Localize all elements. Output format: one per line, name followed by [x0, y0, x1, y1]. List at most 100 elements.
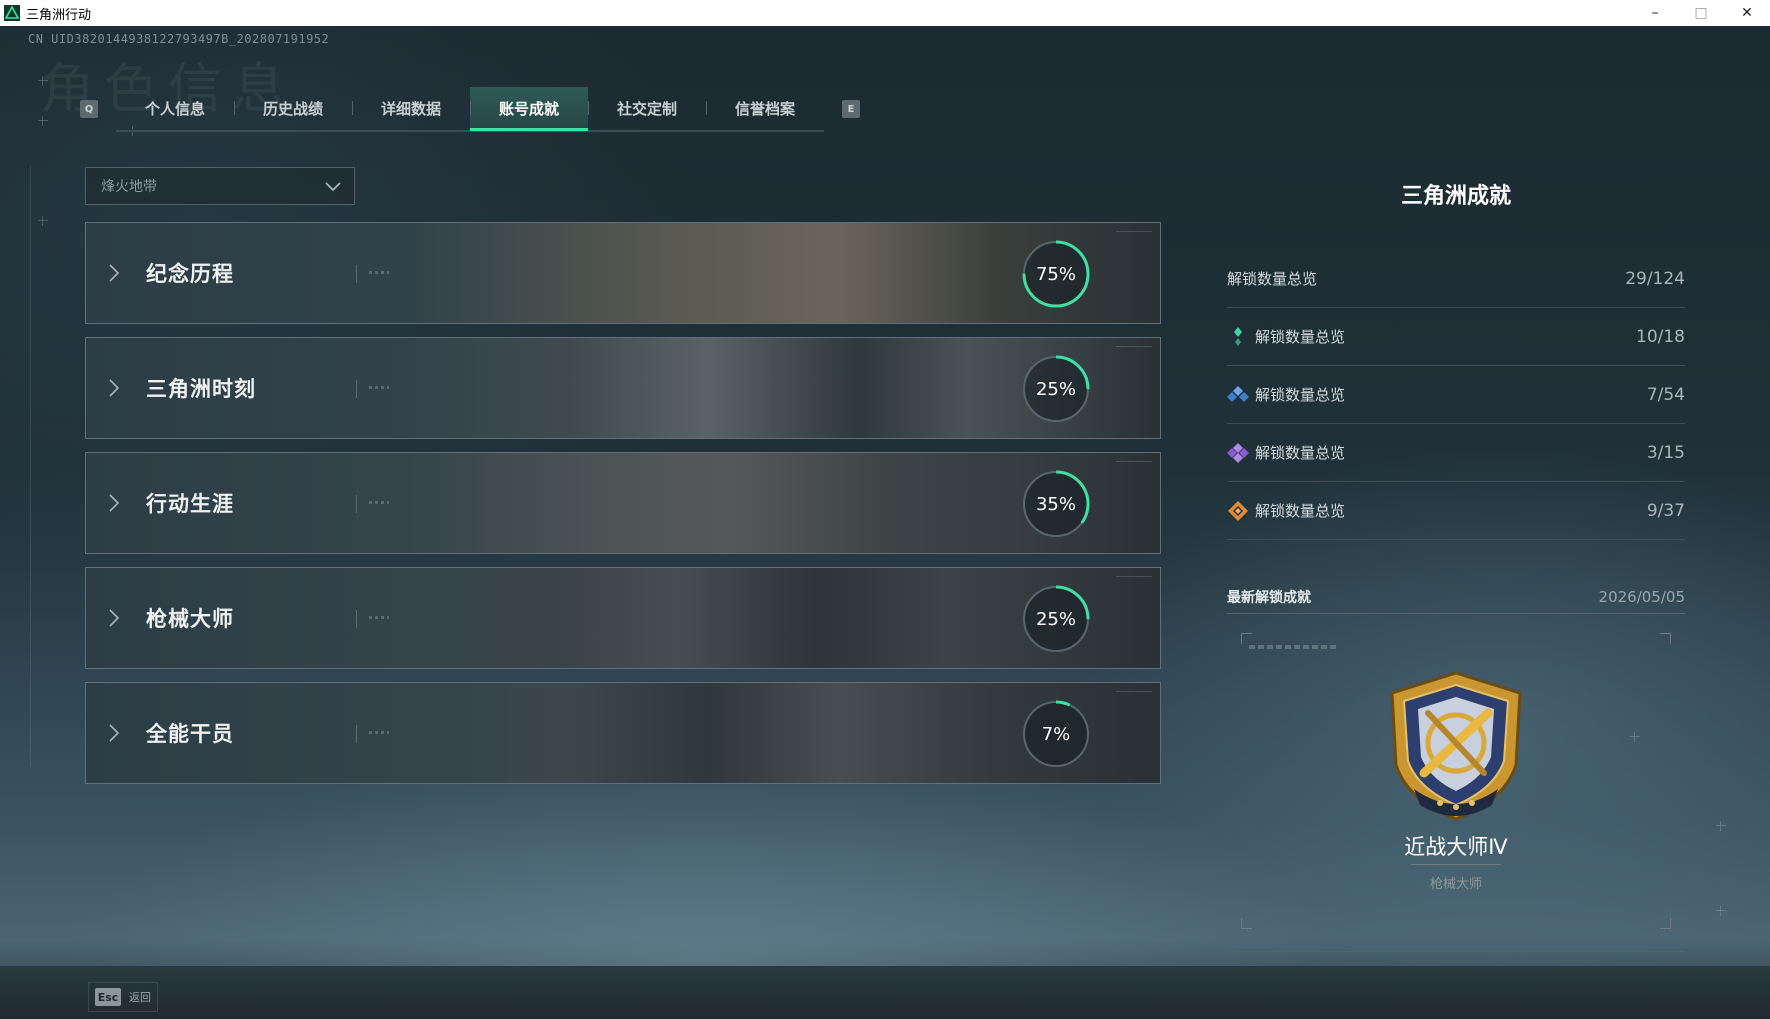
latest-achievement-date: 2026/05/05	[1598, 588, 1685, 606]
decor-tick	[38, 216, 48, 226]
progress-ring: 75%	[1021, 239, 1091, 309]
frame-corner	[1660, 918, 1671, 929]
back-button[interactable]: Esc 返回	[88, 982, 158, 1012]
esc-key: Esc	[95, 988, 121, 1006]
summary-label: 解锁数量总览	[1255, 444, 1346, 462]
divider	[356, 725, 357, 743]
category-name: 全能干员	[146, 722, 234, 746]
divider	[356, 265, 357, 283]
decor-dots	[369, 501, 389, 504]
decor-corner	[1116, 691, 1152, 702]
summary-label: 解锁数量总览	[1255, 386, 1346, 404]
minimize-button[interactable]: –	[1632, 0, 1678, 26]
latest-achievement-card[interactable]: 近战大师Ⅳ 枪械大师	[1227, 621, 1685, 952]
decor-tick	[1716, 821, 1726, 831]
summary-value: 7/54	[1646, 384, 1685, 405]
divider	[1411, 864, 1501, 865]
mode-dropdown-value: 烽火地带	[101, 179, 157, 195]
chevron-down-icon	[325, 182, 341, 192]
summary-value: 29/124	[1625, 268, 1685, 289]
summary-purple-row: 解锁数量总览 3/15	[1227, 424, 1685, 482]
next-tab-key[interactable]: E	[842, 100, 860, 118]
app-logo-icon	[4, 5, 20, 21]
category-banner-image	[86, 683, 1160, 783]
mode-dropdown[interactable]: 烽火地带	[85, 167, 355, 205]
category-name: 三角洲时刻	[146, 377, 256, 401]
category-name: 行动生涯	[146, 492, 234, 516]
achievement-badge-icon	[1390, 671, 1522, 821]
decor-tick	[38, 76, 48, 86]
chevron-right-icon	[109, 609, 120, 627]
close-button[interactable]: ✕	[1724, 0, 1770, 26]
latest-achievement-label: 最新解锁成就	[1227, 590, 1311, 606]
decor-tick	[38, 116, 48, 126]
summary-label: 解锁数量总览	[1255, 328, 1346, 346]
divider	[356, 495, 357, 513]
progress-percent: 35%	[1035, 493, 1076, 515]
category-name: 纪念历程	[146, 262, 234, 286]
decor-scanline	[1249, 645, 1339, 649]
summary-total-row: 解锁数量总览 29/124	[1227, 250, 1685, 308]
game-viewport: 角色信息 CN UID3820144938122793497B_20280719…	[0, 26, 1770, 1019]
decor-corner	[1116, 346, 1152, 357]
category-row-operation-career[interactable]: 行动生涯 35%	[85, 452, 1161, 554]
category-row-delta-moments[interactable]: 三角洲时刻 25%	[85, 337, 1161, 439]
summary-value: 3/15	[1646, 442, 1685, 463]
progress-ring: 25%	[1021, 354, 1091, 424]
summary-gold-row: 解锁数量总览 9/37	[1227, 482, 1685, 540]
tab-personal-info[interactable]: 个人信息	[116, 87, 234, 129]
green-tier-icon	[1234, 326, 1242, 346]
progress-percent: 25%	[1035, 378, 1076, 400]
decor-corner	[1116, 576, 1152, 587]
achievements-panel-title: 三角洲成就	[1400, 184, 1511, 209]
achievement-name: 近战大师Ⅳ	[1404, 835, 1508, 859]
summary-blue-row: 解锁数量总览 7/54	[1227, 366, 1685, 424]
progress-ring: 25%	[1021, 584, 1091, 654]
decor-line	[30, 166, 31, 766]
player-uid: CN UID3820144938122793497B_202807191952	[28, 32, 330, 46]
tab-list: 个人信息 历史战绩 详细数据 账号成就 社交定制 信誉档案	[116, 86, 824, 132]
category-row-weapon-master[interactable]: 枪械大师 25%	[85, 567, 1161, 669]
tab-detailed-stats[interactable]: 详细数据	[352, 87, 470, 129]
summary-value: 9/37	[1646, 500, 1685, 521]
gold-tier-icon	[1228, 500, 1248, 521]
progress-ring: 35%	[1021, 469, 1091, 539]
divider	[356, 380, 357, 398]
tab-account-achievements[interactable]: 账号成就	[470, 87, 588, 131]
summary-label: 解锁数量总览	[1255, 502, 1346, 520]
progress-percent: 7%	[1041, 723, 1071, 745]
bottom-bar: Esc 返回	[0, 966, 1770, 1019]
divider	[356, 610, 357, 628]
frame-corner	[1241, 633, 1252, 644]
decor-corner	[1116, 461, 1152, 472]
tab-match-history[interactable]: 历史战绩	[234, 87, 352, 129]
chevron-right-icon	[109, 494, 120, 512]
maximize-button[interactable]: □	[1678, 0, 1724, 26]
frame-corner	[1241, 918, 1252, 929]
window-titlebar: 三角洲行动 – □ ✕	[0, 0, 1770, 27]
category-banner-image	[86, 568, 1160, 668]
purple-tier-icon	[1227, 442, 1249, 463]
latest-achievement-header: 最新解锁成就 2026/05/05	[1227, 581, 1685, 614]
prev-tab-key[interactable]: Q	[80, 100, 98, 118]
decor-dots	[369, 386, 389, 389]
summary-label: 解锁数量总览	[1227, 270, 1318, 288]
summary-green-row: 解锁数量总览 10/18	[1227, 308, 1685, 366]
chevron-right-icon	[109, 724, 120, 742]
progress-percent: 75%	[1035, 263, 1076, 285]
frame-corner	[1660, 633, 1671, 644]
summary-value: 10/18	[1636, 326, 1685, 347]
category-row-all-round-operator[interactable]: 全能干员 7%	[85, 682, 1161, 784]
tab-credit-record[interactable]: 信誉档案	[706, 87, 824, 129]
tab-bar: Q 个人信息 历史战绩 详细数据 账号成就 社交定制 信誉档案 E	[80, 74, 860, 144]
window-title: 三角洲行动	[26, 7, 92, 23]
category-row-memorial[interactable]: 纪念历程 75%	[85, 222, 1161, 324]
progress-percent: 25%	[1035, 608, 1076, 630]
decor-dots	[369, 616, 389, 619]
chevron-right-icon	[109, 264, 120, 282]
decor-dots	[369, 731, 389, 734]
tab-social-customization[interactable]: 社交定制	[588, 87, 706, 129]
decor-dots	[369, 271, 389, 274]
blue-tier-icon	[1227, 385, 1249, 402]
achievement-category: 枪械大师	[1429, 877, 1482, 892]
